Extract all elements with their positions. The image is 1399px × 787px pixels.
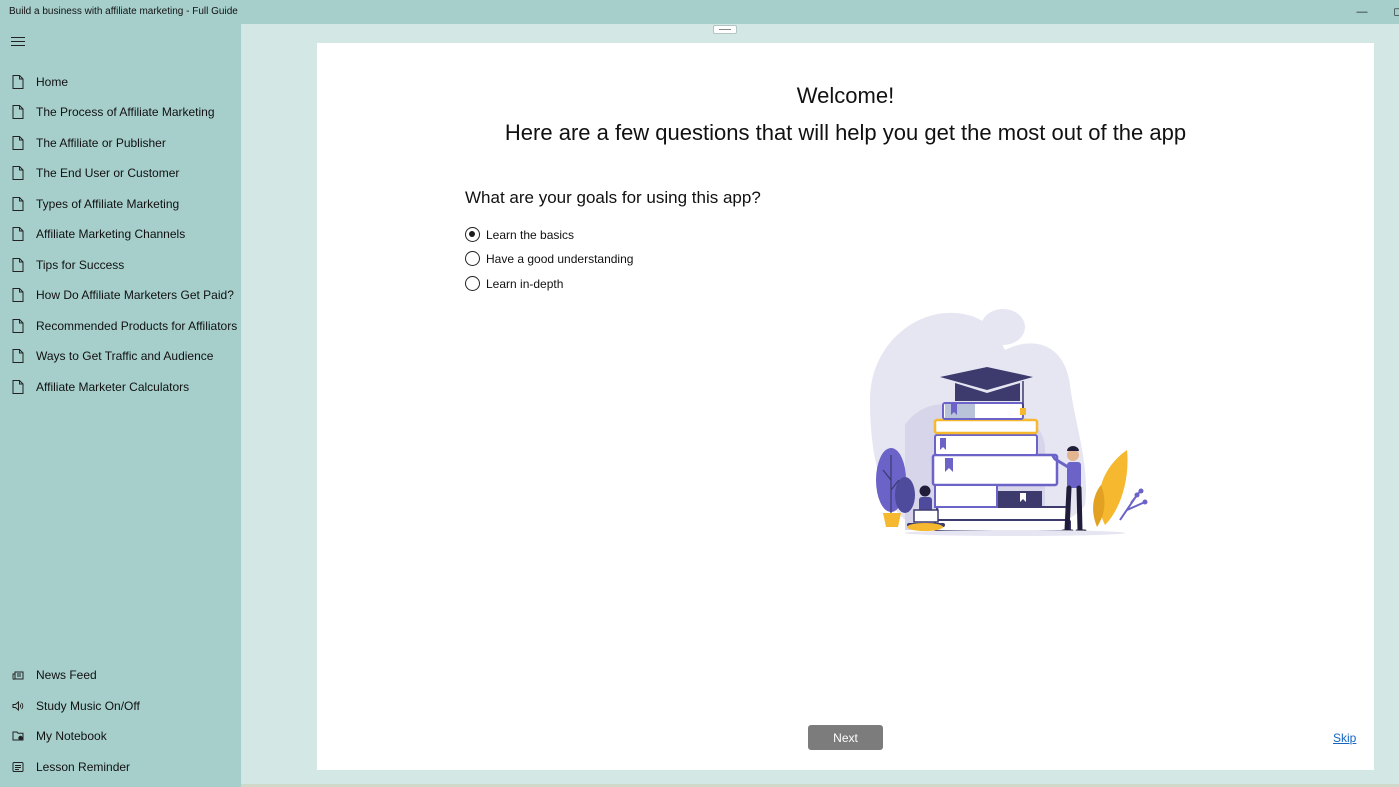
welcome-heading: Welcome! bbox=[796, 83, 895, 108]
sidebar-item-notebook[interactable]: My Notebook bbox=[0, 721, 241, 751]
sidebar-item-label: The End User or Customer bbox=[36, 166, 180, 180]
page-icon bbox=[12, 105, 24, 119]
sidebar-item-affiliate-publisher[interactable]: The Affiliate or Publisher bbox=[0, 128, 241, 158]
sidebar-item-label: The Process of Affiliate Marketing bbox=[36, 105, 215, 119]
education-illustration bbox=[870, 309, 1148, 536]
page-icon bbox=[12, 380, 24, 394]
sidebar-item-types[interactable]: Types of Affiliate Marketing bbox=[0, 189, 241, 219]
page-subheading: Here are a few questions that will help … bbox=[504, 120, 1187, 145]
option-learn-basics[interactable]: Learn the basics bbox=[465, 227, 574, 242]
goals-question: What are your goals for using this app? bbox=[465, 188, 761, 207]
sidebar-item-tips[interactable]: Tips for Success bbox=[0, 250, 241, 280]
page-icon bbox=[12, 349, 24, 363]
sidebar-item-label: How Do Affiliate Marketers Get Paid? bbox=[36, 288, 234, 302]
sidebar-item-label: News Feed bbox=[36, 668, 97, 682]
option-learn-in-depth[interactable]: Learn in-depth bbox=[465, 276, 563, 291]
sidebar-item-label: Study Music On/Off bbox=[36, 699, 140, 713]
maximize-button[interactable]: ◻ bbox=[1388, 3, 1399, 21]
sidebar-item-calculators[interactable]: Affiliate Marketer Calculators bbox=[0, 372, 241, 402]
page-icon bbox=[12, 227, 24, 241]
hamburger-menu-icon[interactable] bbox=[11, 37, 25, 49]
page-icon bbox=[12, 288, 24, 302]
sidebar: Home The Process of Affiliate Marketing … bbox=[0, 24, 241, 787]
sidebar-item-label: Home bbox=[36, 75, 69, 89]
drag-handle[interactable] bbox=[713, 25, 737, 34]
sidebar-item-home[interactable]: Home bbox=[0, 67, 241, 97]
news-icon bbox=[12, 671, 24, 680]
speaker-icon bbox=[12, 700, 24, 712]
onboarding-card: Welcome! Here are a few questions that w… bbox=[317, 43, 1374, 770]
page-icon bbox=[12, 258, 24, 272]
option-label: Learn the basics bbox=[486, 227, 575, 242]
sidebar-item-label: Affiliate Marketer Calculators bbox=[36, 380, 190, 394]
option-label: Learn in-depth bbox=[486, 276, 564, 291]
page-icon bbox=[12, 166, 24, 180]
minimize-button[interactable]: — bbox=[1352, 3, 1372, 21]
option-good-understanding[interactable]: Have a good understanding bbox=[465, 251, 633, 266]
page-icon bbox=[12, 75, 24, 89]
sidebar-item-channels[interactable]: Affiliate Marketing Channels bbox=[0, 219, 241, 249]
window-title: Build a business with affiliate marketin… bbox=[9, 6, 238, 17]
sidebar-item-label: Tips for Success bbox=[36, 258, 125, 272]
sidebar-item-label: Recommended Products for Affiliators bbox=[36, 319, 238, 333]
sidebar-item-label: Lesson Reminder bbox=[36, 760, 131, 774]
sidebar-item-process[interactable]: The Process of Affiliate Marketing bbox=[0, 97, 241, 127]
sidebar-item-recommended-products[interactable]: Recommended Products for Affiliators bbox=[0, 311, 241, 341]
sidebar-item-traffic[interactable]: Ways to Get Traffic and Audience bbox=[0, 341, 241, 371]
skip-link[interactable]: Skip bbox=[1333, 731, 1356, 745]
radio-button[interactable] bbox=[465, 227, 480, 242]
radio-button[interactable] bbox=[465, 276, 480, 291]
option-label: Have a good understanding bbox=[486, 251, 634, 266]
notebook-icon bbox=[12, 731, 24, 741]
sidebar-item-label: Affiliate Marketing Channels bbox=[36, 227, 186, 241]
next-button[interactable]: Next bbox=[808, 725, 883, 750]
sidebar-item-label: My Notebook bbox=[36, 729, 107, 743]
page-icon bbox=[12, 136, 24, 150]
page-icon bbox=[12, 319, 24, 333]
sidebar-item-label: The Affiliate or Publisher bbox=[36, 136, 166, 150]
sidebar-item-news-feed[interactable]: News Feed bbox=[0, 660, 241, 690]
sidebar-item-study-music[interactable]: Study Music On/Off bbox=[0, 691, 241, 721]
sidebar-item-lesson-reminder[interactable]: Lesson Reminder bbox=[0, 752, 241, 782]
reminder-icon bbox=[12, 762, 24, 772]
sidebar-item-end-user[interactable]: The End User or Customer bbox=[0, 158, 241, 188]
radio-button[interactable] bbox=[465, 251, 480, 266]
page-icon bbox=[12, 197, 24, 211]
sidebar-item-get-paid[interactable]: How Do Affiliate Marketers Get Paid? bbox=[0, 280, 241, 310]
sidebar-item-label: Types of Affiliate Marketing bbox=[36, 197, 180, 211]
sidebar-item-label: Ways to Get Traffic and Audience bbox=[36, 349, 214, 363]
title-bar: Build a business with affiliate marketin… bbox=[0, 0, 1399, 24]
